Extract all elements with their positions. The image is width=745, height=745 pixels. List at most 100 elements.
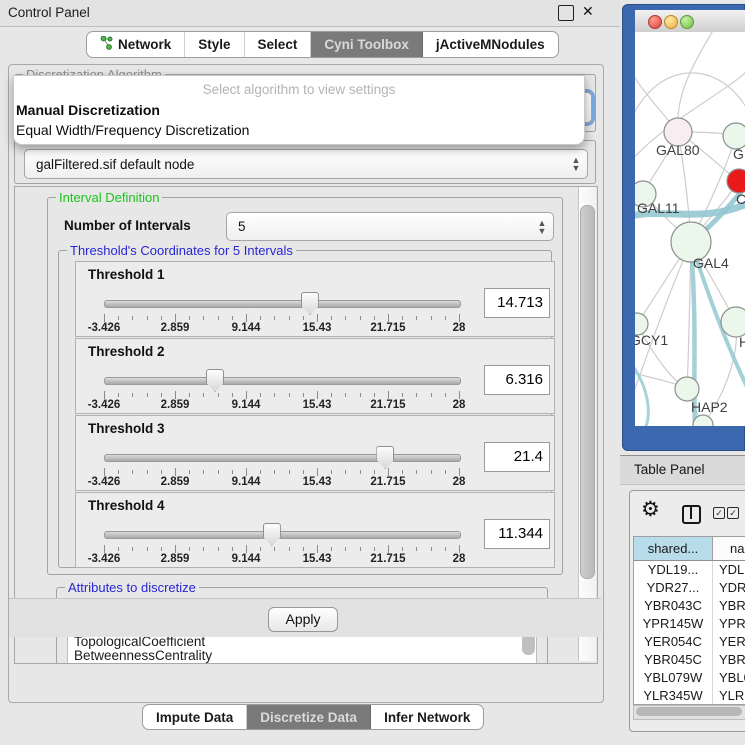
network-node[interactable] [727,169,745,193]
threshold-value-field[interactable]: 21.4 [484,442,550,472]
cell-name[interactable]: YPR1 [713,615,745,633]
tick-mark [161,547,162,551]
slider-track[interactable] [104,454,461,462]
slider-track[interactable] [104,377,461,385]
tab-network[interactable]: Network [87,32,185,57]
list-item[interactable]: BetweennessCentrality [68,649,536,664]
cell-shared-name[interactable]: YDR27... [634,579,713,597]
tick-mark [232,316,233,320]
node-label: H [739,334,745,350]
tick-mark [203,547,204,551]
tick-mark [459,391,460,399]
cell-shared-name[interactable]: YBR043C [634,597,713,615]
tick-mark [289,547,290,551]
tick-mark [189,547,190,551]
tab-label: Style [198,37,230,52]
scale-label: -3.426 [88,553,121,565]
cell-shared-name[interactable]: YDL19... [634,561,713,579]
tab-discretize-data[interactable]: Discretize Data [247,705,371,729]
tick-mark [147,470,148,474]
scale-label: 15.43 [303,553,332,565]
tick-mark [175,314,176,322]
dropdown-option-manual-discretization[interactable]: Manual Discretization [14,100,584,120]
slider-handle[interactable] [301,292,319,315]
cell-name[interactable]: YBL0 [713,669,745,687]
slider-scale-labels: -3.4262.8599.14415.4321.71528 [104,399,459,411]
tab-select[interactable]: Select [245,32,312,57]
scale-label: 15.43 [303,322,332,334]
tick-mark [303,393,304,397]
close-icon[interactable]: ✕ [582,3,594,20]
tab-cyni-toolbox[interactable]: Cyni Toolbox [311,32,423,57]
settings-scrollbar-thumb[interactable] [580,205,595,579]
control-panel-tabs: Network Style Select Cyni Toolbox jActiv… [86,31,559,58]
threshold-label: Threshold 2 [88,344,165,359]
scrollbar-thumb[interactable] [636,707,742,716]
tab-infer-network[interactable]: Infer Network [371,705,483,729]
tab-jactivemnodules[interactable]: jActiveMNodules [423,32,558,57]
gear-icon[interactable]: ⚙ [641,499,660,520]
network-window-titlebar[interactable] [635,10,745,33]
cell-name[interactable]: YBR0 [713,597,745,615]
checkbox-icon[interactable]: ✓ [727,507,739,519]
slider-track[interactable] [104,300,461,308]
column-layout-icon[interactable] [682,505,701,524]
cell-name[interactable]: YDR2 [713,579,745,597]
tick-mark [161,316,162,320]
threshold-slider[interactable]: -3.4262.8599.14415.4321.71528 [104,369,459,409]
threshold-slider[interactable]: -3.4262.8599.14415.4321.71528 [104,292,459,332]
dropdown-option-equal-width-frequency[interactable]: Equal Width/Frequency Discretization [14,120,584,140]
cell-name[interactable]: YDL1 [713,561,745,579]
cell-shared-name[interactable]: YLR345W [634,687,713,705]
table-row[interactable]: YBR043CYBR0 [634,597,745,615]
cell-shared-name[interactable]: YER054C [634,633,713,651]
threshold-label: Threshold 4 [88,498,165,513]
tab-label: Impute Data [156,710,233,725]
threshold-slider[interactable]: -3.4262.8599.14415.4321.71528 [104,523,459,563]
table-data-combobox[interactable]: galFiltered.sif default node ▲▼ [24,149,588,179]
cell-shared-name[interactable]: YPR145W [634,615,713,633]
checkbox-icon[interactable]: ✓ [713,507,725,519]
cell-name[interactable]: YER0 [713,633,745,651]
network-node[interactable] [675,377,699,401]
table-horizontal-scrollbar[interactable] [633,705,745,720]
zoom-traffic-icon[interactable] [680,15,694,29]
float-window-icon[interactable] [558,5,574,21]
table-row[interactable]: YBR045CYBR0 [634,651,745,669]
cell-name[interactable]: YBR0 [713,651,745,669]
tick-mark [218,547,219,551]
slider-track[interactable] [104,531,461,539]
network-node[interactable] [721,307,745,337]
close-traffic-icon[interactable] [648,15,662,29]
table-row[interactable]: YDR27...YDR2 [634,579,745,597]
table-row[interactable]: YPR145WYPR1 [634,615,745,633]
threshold-value-field[interactable]: 6.316 [484,365,550,395]
tab-style[interactable]: Style [185,32,244,57]
tick-mark [331,470,332,474]
slider-handle[interactable] [376,446,394,469]
table-row[interactable]: YBL079WYBL0 [634,669,745,687]
tick-mark [317,314,318,322]
threshold-value-field[interactable]: 11.344 [484,519,550,549]
cell-shared-name[interactable]: YBL079W [634,669,713,687]
apply-row: Apply [9,598,601,637]
threshold-slider[interactable]: -3.4262.8599.14415.4321.71528 [104,446,459,486]
minimize-traffic-icon[interactable] [664,15,678,29]
column-header-name[interactable]: na [713,537,745,560]
tick-mark [175,468,176,476]
number-of-intervals-combobox[interactable]: 5 ▲▼ [226,212,554,241]
table-row[interactable]: YER054CYER0 [634,633,745,651]
slider-handle[interactable] [263,523,281,546]
algorithm-dropdown-popup: Select algorithm to view settings Manual… [13,75,585,145]
apply-button[interactable]: Apply [268,607,338,632]
tab-impute-data[interactable]: Impute Data [143,705,247,729]
column-header-shared-name[interactable]: shared... [634,537,713,560]
network-canvas[interactable]: GAL80GCGAL11GAL4GCY1HHAP2 [635,32,745,426]
cell-name[interactable]: YLR3 [713,687,745,705]
table-row[interactable]: YDL19...YDL1 [634,561,745,579]
table-row[interactable]: YLR345WYLR3 [634,687,745,705]
threshold-value-field[interactable]: 14.713 [484,288,550,318]
slider-handle[interactable] [206,369,224,392]
bottom-tabs: Impute Data Discretize Data Infer Networ… [142,704,484,730]
cell-shared-name[interactable]: YBR045C [634,651,713,669]
